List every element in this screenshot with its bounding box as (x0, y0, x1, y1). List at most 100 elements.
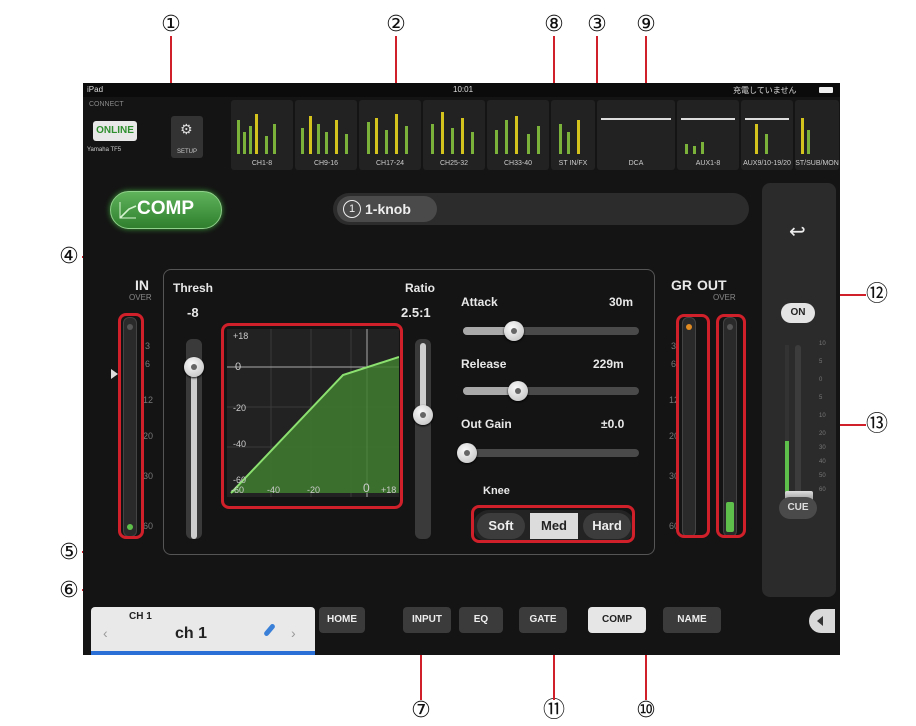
in-scale-6: 6 (145, 359, 151, 369)
library-name-button[interactable]: 1 1-knob (337, 196, 437, 222)
out-over-label: OVER (713, 293, 736, 302)
channel-number: CH 1 (129, 611, 152, 622)
bank-label: ST IN/FX (558, 160, 588, 167)
callout-13: ⑬ (865, 412, 888, 437)
side-scale-40: 40 (819, 459, 826, 465)
tab-eq[interactable]: EQ (459, 607, 503, 633)
comp-label: COMP (137, 198, 194, 219)
ratio-label: Ratio (405, 281, 435, 295)
callout-3: ③ (587, 12, 607, 37)
setup-button[interactable]: ⚙ SETUP (171, 116, 203, 158)
on-button[interactable]: ON (781, 303, 815, 323)
bank-label: CH17-24 (375, 160, 404, 167)
ratio-fader-knob[interactable] (413, 405, 433, 425)
release-label: Release (461, 357, 507, 371)
callout-8: ⑧ (544, 12, 564, 37)
callout-6: ⑥ (59, 578, 79, 603)
tab-gate[interactable]: GATE (519, 607, 567, 633)
comp-on-button[interactable]: COMP (110, 191, 222, 229)
callout-7: ⑦ (411, 698, 431, 723)
side-scale-0: 0 (819, 377, 823, 383)
tabs-scroll-button[interactable] (809, 609, 835, 633)
cue-button[interactable]: CUE (779, 497, 817, 519)
chevron-right-icon[interactable]: › (291, 625, 296, 641)
gear-icon: ⚙ (180, 121, 193, 137)
highlight-out-meter (716, 314, 746, 538)
battery-text: 充電していません (733, 86, 797, 95)
callout-5: ⑤ (59, 540, 79, 565)
bank-ch17-24[interactable]: CH17-24 (359, 100, 421, 170)
bank-st-sub-mon[interactable]: ST/SUB/MON (795, 100, 839, 170)
in-scale-60: 60 (143, 521, 154, 531)
status-bar: iPad 10:01 充電していません (83, 83, 840, 97)
callout-9: ⑨ (636, 12, 656, 37)
in-scale-12: 12 (143, 395, 154, 405)
tab-comp[interactable]: COMP (588, 607, 646, 633)
tab-name[interactable]: NAME (663, 607, 721, 633)
bank-ch9-16[interactable]: CH9-16 (295, 100, 357, 170)
out-gain-value: ±0.0 (601, 417, 625, 431)
back-icon[interactable]: ↩ (789, 219, 806, 244)
side-scale-60: 60 (819, 487, 826, 493)
triangle-left-icon (817, 616, 823, 626)
channel-meter-left (785, 345, 789, 515)
bank-label: AUX9/10-19/20 (743, 160, 791, 167)
release-value: 229m (593, 357, 624, 371)
out-gain-slider-knob[interactable] (457, 443, 477, 463)
release-slider[interactable] (463, 381, 639, 401)
side-scale-30: 30 (819, 445, 826, 451)
in-scale-30: 30 (143, 471, 154, 481)
chevron-left-icon[interactable]: ‹ (103, 625, 108, 641)
bank-ch1-8[interactable]: CH1-8 (231, 100, 293, 170)
gr-label: GR (671, 277, 692, 293)
bank-ch25-32[interactable]: CH25-32 (423, 100, 485, 170)
side-scale-10b: 10 (819, 413, 826, 419)
callout-1: ① (161, 12, 181, 37)
bank-aux9-20[interactable]: AUX9/10-19/20 (741, 100, 793, 170)
bank-st-in-fx[interactable]: ST IN/FX (551, 100, 595, 170)
side-scale-50: 50 (819, 473, 826, 479)
bank-label: AUX1-8 (695, 160, 721, 167)
channel-selector[interactable]: CH 1 ch 1 ‹ › (91, 607, 315, 655)
microphone-icon (263, 623, 276, 637)
attack-value: 30m (609, 295, 634, 309)
knee-label: Knee (483, 485, 510, 497)
online-button[interactable]: ONLINE (93, 121, 137, 141)
clock: 10:01 (453, 85, 474, 94)
callout-2: ② (386, 12, 406, 37)
attack-slider-knob[interactable] (504, 321, 524, 341)
channel-fader-track[interactable] (795, 345, 801, 515)
tab-home[interactable]: HOME (319, 607, 365, 633)
highlight-in-meter (118, 313, 144, 539)
release-slider-knob[interactable] (508, 381, 528, 401)
in-scale-20: 20 (143, 431, 154, 441)
bank-label: DCA (628, 160, 644, 167)
comp-curve-icon (119, 202, 137, 219)
bank-label: CH1-8 (251, 160, 273, 167)
out-label: OUT (697, 277, 727, 293)
in-meter-title: IN (135, 277, 149, 293)
library-number-icon: 1 (343, 200, 361, 218)
attack-label: Attack (461, 295, 498, 309)
ratio-fader[interactable] (413, 339, 433, 539)
bank-label: CH9-16 (313, 160, 339, 167)
bank-dca[interactable]: DCA (597, 100, 675, 170)
callout-4: ④ (59, 244, 79, 269)
tab-input[interactable]: INPUT (403, 607, 451, 633)
thresh-label: Thresh (173, 281, 214, 295)
out-gain-slider[interactable] (457, 443, 639, 463)
device-model: Yamaha TF5 (87, 147, 122, 153)
attack-slider[interactable] (463, 321, 639, 341)
bank-aux1-8[interactable]: AUX1-8 (677, 100, 739, 170)
bank-label: ST/SUB/MON (795, 160, 839, 167)
battery-icon (819, 87, 833, 93)
bank-ch33-40[interactable]: CH33-40 (487, 100, 549, 170)
side-scale-20: 20 (819, 431, 826, 437)
callout-10: ⑩ (636, 698, 656, 723)
side-scale-5b: 5 (819, 395, 823, 401)
highlight-graph (221, 323, 403, 509)
ratio-value: 2.5:1 (401, 305, 431, 320)
device-label: iPad (87, 85, 104, 94)
setup-label: SETUP (176, 149, 197, 155)
library-name: 1-knob (365, 201, 411, 217)
